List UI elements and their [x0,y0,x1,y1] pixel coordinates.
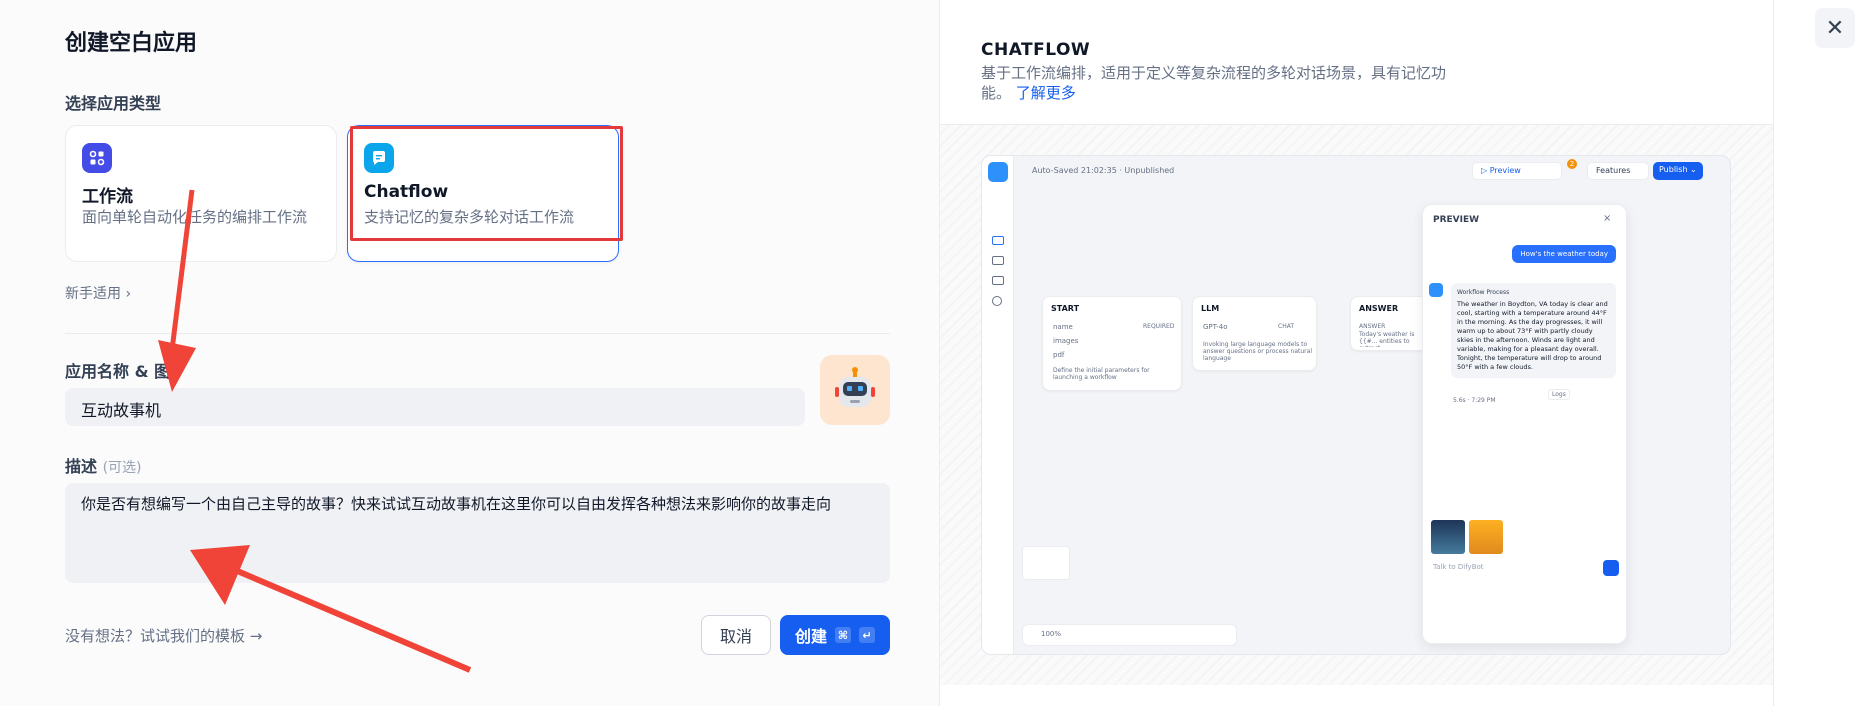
var-images: images [1053,337,1079,345]
image-thumbnail [1469,520,1503,554]
workflow-process-label[interactable]: Workflow Process [1457,289,1610,296]
send-icon[interactable] [1603,560,1619,576]
start-node[interactable]: START name REQUIRED images pdf Define th… [1042,296,1182,391]
node-title: ANSWER [1359,304,1399,313]
close-button[interactable]: ✕ [1815,8,1855,48]
desc-label: 描述 (可选) [65,457,142,476]
user-message: How's the weather today [1512,245,1616,263]
features-button[interactable]: Features [1587,162,1649,180]
canvas-toolbar: 100% [1022,624,1237,646]
var-name: name [1053,323,1073,331]
zoom-level[interactable]: 100% [1041,630,1061,638]
bot-message: Workflow Process The weather in Boydton,… [1451,283,1616,378]
llm-node[interactable]: LLM GPT-4o CHAT Invoking large language … [1192,296,1317,371]
app-logo-icon [988,162,1008,182]
image-thumbnail [1431,520,1465,554]
robot-icon [835,367,875,407]
var-pdf: pdf [1053,351,1065,359]
side-toolbar [982,156,1014,654]
node-note: Invoking large language models to answer… [1203,341,1312,362]
preview-desc: 基于工作流编排，适用于定义等复杂流程的多轮对话场景，具有记忆功能。 了解更多 [981,64,1447,102]
chat-tag: CHAT [1278,323,1295,330]
minimap [1022,546,1070,580]
monitor-icon [992,296,1002,306]
required-tag: REQUIRED [1143,323,1175,330]
workflow-icon [82,143,112,173]
cancel-button[interactable]: 取消 [701,615,771,655]
message-meta: 5.6s · 7:29 PM [1453,397,1496,404]
notification-badge: 2 [1567,159,1577,169]
close-icon[interactable]: × [1603,213,1611,224]
chatflow-screenshot: Auto-Saved 21:02:35 · Unpublished ▷ Prev… [981,155,1731,655]
card-desc: 面向单轮自动化任务的编排工作流 [82,208,308,226]
autosave-status: Auto-Saved 21:02:35 · Unpublished [1032,166,1175,175]
template-link[interactable]: 没有想法？试试我们的模板 → [65,625,262,646]
bot-avatar-icon [1429,283,1443,297]
node-title: START [1051,304,1080,313]
app-desc-textarea[interactable]: 你是否有想编写一个由自己主导的故事？快来试试互动故事机在这里你可以自由发挥各种想… [65,483,890,583]
answer-text: Today's weather is {{#... entities to ex… [1359,331,1415,347]
chevron-right-icon: › [125,286,132,302]
answer-label: ANSWER [1359,323,1386,330]
create-button[interactable]: 创建 ⌘ ↵ [780,615,890,655]
model-name: GPT-4o [1203,323,1228,331]
dialog-title: 创建空白应用 [65,31,198,56]
app-icon-picker[interactable] [820,355,890,425]
learn-more-link[interactable]: 了解更多 [1016,84,1076,102]
preview-button[interactable]: ▷ Preview [1472,162,1562,180]
card-name: 工作流 [82,187,133,207]
app-type-label: 选择应用类型 [65,94,162,113]
logs-icon [992,276,1004,285]
panel-divider [1773,0,1774,706]
panel-title: PREVIEW [1433,215,1480,225]
chat-input[interactable]: Talk to DifyBot [1433,563,1484,571]
preview-title: CHATFLOW [981,40,1091,60]
highlight-box [350,126,623,241]
api-icon [992,256,1004,265]
logs-button[interactable]: Logs [1548,389,1570,400]
node-note: Define the initial parameters for launch… [1053,367,1150,381]
publish-button[interactable]: Publish ⌄ [1653,162,1703,180]
enter-key-icon: ↵ [859,627,875,643]
divider [65,333,890,334]
name-label: 应用名称 & 图 [65,362,171,381]
node-title: LLM [1201,304,1220,313]
orchestrate-icon [992,236,1004,245]
bot-message-text: The weather in Boydton, VA today is clea… [1457,300,1608,371]
close-icon: ✕ [1825,15,1845,41]
optional-hint: (可选) [102,460,142,476]
app-type-card-workflow[interactable]: 工作流 面向单轮自动化任务的编排工作流 [65,125,337,262]
answer-node[interactable]: ANSWER ANSWER Today's weather is {{#... … [1350,296,1430,351]
beginner-link[interactable]: 新手适用 › [65,283,131,303]
create-app-dialog: 创建空白应用 选择应用类型 工作流 面向单轮自动化任务的编排工作流 Chatfl… [0,0,940,706]
chat-preview-panel: PREVIEW × How's the weather today Workfl… [1422,204,1627,644]
create-label: 创建 [794,627,827,646]
app-name-input[interactable]: 互动故事机 [65,388,805,426]
cmd-key-icon: ⌘ [835,627,851,643]
